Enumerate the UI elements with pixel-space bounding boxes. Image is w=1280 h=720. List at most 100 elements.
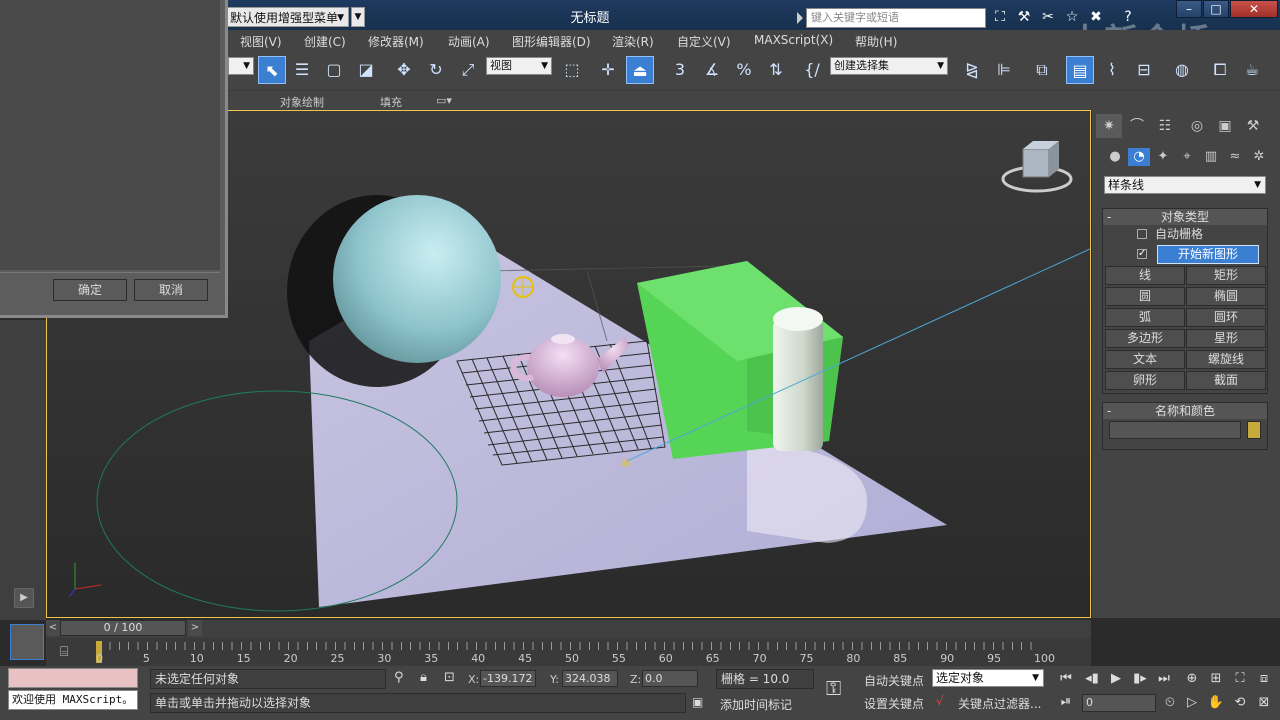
pivot-center-tool[interactable]: ⬚: [558, 56, 586, 84]
render-teapot-tool[interactable]: ☕: [1238, 56, 1266, 84]
wrench-icon[interactable]: ⚒: [1014, 8, 1034, 26]
helix-button[interactable]: 螺旋线: [1186, 350, 1266, 369]
zoom-extents-icon[interactable]: ⛶: [1230, 670, 1250, 688]
text-button[interactable]: 文本: [1105, 350, 1185, 369]
next-frame-icon[interactable]: ▮▸: [1130, 670, 1150, 688]
motion-tab-icon[interactable]: ◎: [1184, 114, 1210, 138]
donut-button[interactable]: 圆环: [1186, 308, 1266, 327]
align-tool[interactable]: ⊫: [990, 56, 1018, 84]
selection-filter-dropdown[interactable]: ▼: [228, 57, 254, 75]
autogrid-checkbox[interactable]: [1137, 229, 1147, 239]
section-button[interactable]: 截面: [1186, 371, 1266, 390]
mini-curve-editor-toggle[interactable]: [10, 624, 44, 660]
zoom-extents-all-icon[interactable]: ⧈: [1254, 670, 1274, 688]
tools-icon[interactable]: ✂: [1038, 8, 1058, 26]
create-tab-icon[interactable]: ✷: [1096, 114, 1122, 138]
select-by-name-tool[interactable]: ☰: [288, 56, 316, 84]
prev-frame-arrow[interactable]: <: [46, 620, 60, 636]
time-slider-thumb[interactable]: 0 / 100: [60, 620, 186, 636]
layer-manager-tool[interactable]: ⧉: [1028, 56, 1056, 84]
maxscript-listener-input[interactable]: 欢迎使用 MAXScript。: [8, 690, 138, 710]
percent-snap-toggle[interactable]: %: [730, 56, 758, 84]
ngon-button[interactable]: 多边形: [1105, 329, 1185, 348]
key-filters-button[interactable]: 关键点过滤器...: [958, 695, 1041, 712]
pin-icon[interactable]: ⚲: [394, 670, 404, 685]
go-to-start-icon[interactable]: ⏮: [1056, 670, 1076, 688]
time-config-icon[interactable]: ⏲: [1160, 694, 1180, 712]
add-time-tag[interactable]: 添加时间标记: [720, 696, 792, 713]
next-frame-arrow[interactable]: >: [188, 620, 202, 636]
search-input[interactable]: 键入关键字或短语: [797, 8, 986, 28]
go-to-end-icon[interactable]: ⏭: [1154, 670, 1174, 688]
geometry-icon[interactable]: ●: [1104, 148, 1126, 166]
y-coordinate-field[interactable]: 324.038: [562, 670, 618, 687]
play-icon[interactable]: ▶: [1106, 670, 1126, 688]
reference-coord-dropdown[interactable]: 视图 ▼: [486, 57, 552, 75]
edit-named-selection-tool[interactable]: {/: [798, 56, 826, 84]
scale-tool[interactable]: ⤢: [454, 56, 482, 84]
menu-modifiers[interactable]: 修改器(M): [368, 33, 424, 50]
select-object-tool[interactable]: ⬉: [258, 56, 286, 84]
utilities-tab-icon[interactable]: ⚒: [1240, 114, 1266, 138]
field-of-view-icon[interactable]: ▷: [1182, 694, 1202, 712]
window-crossing-tool[interactable]: ◪: [352, 56, 380, 84]
category-dropdown[interactable]: 样条线 ▼: [1104, 176, 1266, 194]
workspace-menu-button[interactable]: ▼: [351, 7, 365, 27]
hierarchy-tab-icon[interactable]: ☷: [1152, 114, 1178, 138]
current-frame-field[interactable]: 0: [1082, 694, 1156, 712]
previous-frame-icon[interactable]: ◂▮: [1082, 670, 1102, 688]
zoom-all-icon[interactable]: ⊞: [1206, 670, 1226, 688]
orbit-icon[interactable]: ⟲: [1230, 694, 1250, 712]
ribbon-options-dropdown[interactable]: ▭▾: [436, 94, 460, 107]
mirror-tool[interactable]: ⧎: [958, 56, 986, 84]
menu-customize[interactable]: 自定义(V): [677, 33, 731, 50]
ribbon-toggle[interactable]: ▤: [1066, 56, 1094, 84]
start-new-shape-button[interactable]: 开始新图形: [1157, 245, 1259, 264]
render-setup-tool[interactable]: ⧠: [1206, 56, 1234, 84]
object-type-header[interactable]: - 对象类型: [1103, 209, 1267, 225]
arc-button[interactable]: 弧: [1105, 308, 1185, 327]
line-button[interactable]: 线: [1105, 266, 1185, 285]
star-button[interactable]: 星形: [1186, 329, 1266, 348]
set-key-icon[interactable]: ⚿: [826, 676, 841, 700]
x-coordinate-field[interactable]: -139.172: [480, 670, 536, 687]
keyboard-shortcut-toggle[interactable]: ⏏: [626, 56, 654, 84]
ribbon-fill[interactable]: 填充: [380, 94, 402, 110]
track-key-icon[interactable]: ⌸: [60, 644, 76, 660]
object-name-input[interactable]: [1109, 421, 1241, 439]
start-new-shape-checkbox[interactable]: ✓: [1137, 249, 1147, 259]
rotate-tool[interactable]: ↻: [422, 56, 450, 84]
name-color-header[interactable]: - 名称和颜色: [1103, 403, 1267, 419]
curve-editor-tool[interactable]: ⌇: [1098, 56, 1126, 84]
angle-snap-toggle[interactable]: ∡: [698, 56, 726, 84]
material-editor-tool[interactable]: ◍: [1168, 56, 1196, 84]
play-mini-button[interactable]: ▶: [14, 588, 34, 608]
zoom-icon[interactable]: ⊕: [1182, 670, 1202, 688]
schematic-view-tool[interactable]: ⊟: [1130, 56, 1158, 84]
workspace-dropdown[interactable]: 默认使用增强型菜单 ▼: [225, 7, 349, 27]
rectangle-button[interactable]: 矩形: [1186, 266, 1266, 285]
cameras-icon[interactable]: ⌖: [1176, 148, 1198, 166]
menu-graph-editors[interactable]: 图形编辑器(D): [512, 33, 591, 50]
display-tab-icon[interactable]: ▣: [1212, 114, 1238, 138]
maximize-viewport-icon[interactable]: ⊠: [1254, 694, 1274, 712]
menu-help[interactable]: 帮助(H): [855, 33, 897, 50]
pan-hand-icon[interactable]: ✋: [1206, 694, 1226, 712]
circle-button[interactable]: 圆: [1105, 287, 1185, 306]
cancel-button[interactable]: 取消: [134, 279, 208, 301]
key-selection-dropdown[interactable]: 选定对象 ▼: [932, 669, 1044, 687]
key-mode-icon[interactable]: ⏯: [1056, 693, 1076, 711]
object-color-swatch[interactable]: [1247, 421, 1261, 439]
named-selection-dropdown[interactable]: 创建选择集 ▼: [830, 57, 948, 75]
spinner-snap-toggle[interactable]: ⇅: [762, 56, 790, 84]
shapes-icon[interactable]: ◔: [1128, 148, 1150, 166]
absolute-mode-icon[interactable]: ⊡: [444, 670, 455, 685]
set-key-button[interactable]: 设置关键点: [864, 695, 924, 712]
select-manipulate-tool[interactable]: ✛: [594, 56, 622, 84]
binoculars-icon[interactable]: ⛶: [990, 8, 1010, 26]
menu-animation[interactable]: 动画(A): [448, 33, 490, 50]
space-warps-icon[interactable]: ≈: [1224, 148, 1246, 166]
systems-icon[interactable]: ✲: [1248, 148, 1270, 166]
auto-key-button[interactable]: 自动关键点: [864, 672, 924, 689]
menu-create[interactable]: 创建(C): [304, 33, 346, 50]
